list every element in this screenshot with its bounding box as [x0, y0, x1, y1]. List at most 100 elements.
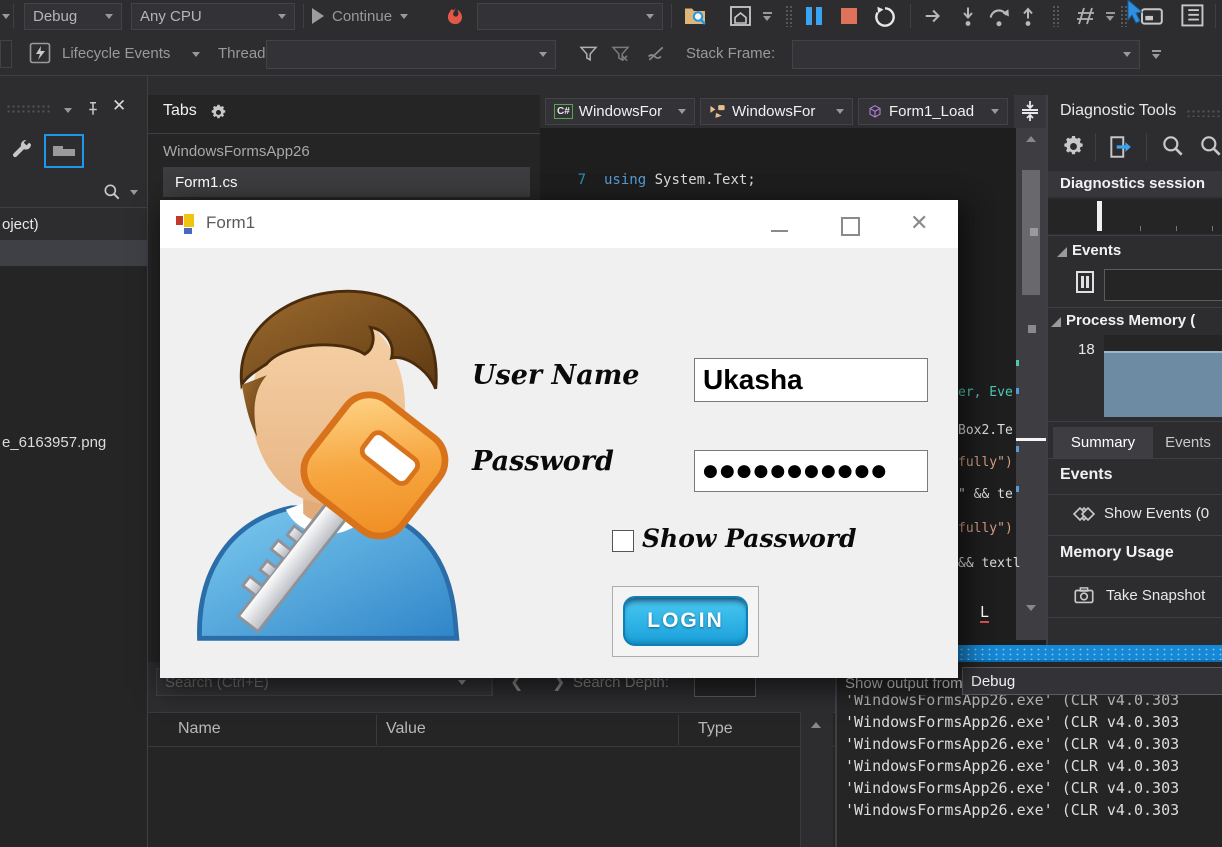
overflow-chevron-icon[interactable]: [763, 12, 772, 21]
maximize-button[interactable]: [835, 210, 865, 238]
show-password-label[interactable]: Show Password: [642, 524, 856, 553]
search-icon[interactable]: [102, 182, 122, 202]
overflow-chevron-icon[interactable]: [1106, 12, 1115, 21]
filter-clear-icon[interactable]: [610, 44, 631, 64]
output-line: 'WindowsFormsApp26.exe' (CLR v4.0.303: [845, 755, 1222, 777]
class-dropdown-value: WindowsFor: [732, 103, 815, 120]
continue-button[interactable]: Continue: [312, 4, 408, 28]
show-events-link[interactable]: Show Events (0: [1048, 495, 1222, 533]
chevron-down-icon[interactable]: [192, 52, 200, 57]
scrollbar-down-icon[interactable]: [1026, 605, 1036, 611]
platform-dropdown[interactable]: Any CPU: [131, 3, 295, 30]
pause-button[interactable]: [806, 7, 826, 25]
toolbar-debug-location: Lifecycle Events Thread: Stack Frame:: [0, 32, 1222, 75]
step-into-icon[interactable]: [956, 4, 980, 29]
chevron-down-icon[interactable]: [2, 14, 10, 19]
stack-frame-label: Stack Frame:: [686, 45, 775, 62]
watch-scrollbar[interactable]: [800, 712, 833, 847]
summary-events-header: Events: [1060, 466, 1112, 484]
partial-project-row[interactable]: oject): [2, 216, 39, 233]
form1-body: User Name Password Show Password LOGIN: [160, 248, 958, 678]
minimize-button[interactable]: [765, 210, 795, 238]
chevron-down-icon: [278, 14, 286, 19]
step-over-icon[interactable]: [986, 4, 1012, 29]
thread-dropdown[interactable]: [266, 40, 556, 69]
toolbar-drag-handle[interactable]: [785, 5, 792, 27]
toolbar-drag-handle[interactable]: [1052, 5, 1059, 27]
toolbar-empty-dropdown[interactable]: [477, 3, 663, 30]
collapse-triangle-icon[interactable]: [1056, 246, 1068, 258]
export-icon[interactable]: [1106, 134, 1134, 160]
column-name[interactable]: Name: [178, 720, 221, 738]
project-dropdown[interactable]: C# WindowsFor: [545, 98, 695, 125]
process-memory-header[interactable]: Process Memory (: [1066, 312, 1195, 329]
mouse-cursor: [1126, 0, 1146, 24]
pin-icon[interactable]: [84, 98, 102, 118]
chevron-down-icon[interactable]: [458, 680, 466, 685]
wrench-icon[interactable]: [10, 138, 34, 162]
close-button[interactable]: ✕: [905, 210, 935, 238]
tab-events[interactable]: Events: [1158, 427, 1218, 458]
form1-window[interactable]: Form1 ✕: [160, 200, 958, 678]
take-snapshot-button[interactable]: Take Snapshot: [1048, 577, 1222, 615]
output-log[interactable]: 'WindowsFormsApp26.exe' (CLR v4.0.303 'W…: [845, 695, 1222, 847]
code-line: 7using System.Text;: [540, 171, 848, 190]
code-fragment: && textl: [958, 556, 1021, 571]
stack-frame-dropdown[interactable]: [792, 40, 1140, 69]
watch-window-icon[interactable]: [1178, 3, 1208, 29]
member-dropdown[interactable]: Form1_Load: [858, 98, 1008, 125]
username-input[interactable]: [694, 358, 928, 402]
tab-form1cs[interactable]: Form1.cs: [163, 167, 530, 197]
tab-summary[interactable]: Summary: [1053, 427, 1153, 458]
class-dropdown[interactable]: WindowsFor: [700, 98, 853, 125]
panel-drag-handle[interactable]: [1186, 109, 1220, 117]
solution-config-dropdown[interactable]: Debug: [24, 3, 122, 30]
show-next-statement-icon[interactable]: [921, 5, 947, 27]
restart-icon[interactable]: [872, 4, 898, 30]
column-type[interactable]: Type: [698, 720, 733, 738]
column-value[interactable]: Value: [386, 720, 426, 738]
annotation-tick: [1016, 360, 1019, 366]
events-section-header[interactable]: Events: [1072, 242, 1121, 259]
close-icon: ✕: [910, 210, 928, 236]
chevron-down-icon[interactable]: [130, 190, 138, 195]
find-in-files-icon[interactable]: [683, 4, 709, 28]
memory-chart[interactable]: [1104, 335, 1222, 415]
collapse-triangle-icon[interactable]: [1050, 316, 1062, 328]
output-line: 'WindowsFormsApp26.exe' (CLR v4.0.303: [845, 733, 1222, 755]
zoom-in-icon[interactable]: [1160, 133, 1186, 159]
selected-tool-button[interactable]: [44, 134, 84, 168]
overflow-chevron-icon[interactable]: [1152, 50, 1161, 59]
gear-icon[interactable]: [1062, 135, 1085, 158]
password-input[interactable]: [694, 450, 928, 492]
script-debug-icon[interactable]: [1072, 4, 1100, 28]
lifecycle-events-label[interactable]: Lifecycle Events: [62, 45, 170, 62]
close-icon[interactable]: ✕: [112, 96, 126, 116]
login-button[interactable]: LOGIN: [623, 596, 748, 646]
gear-icon[interactable]: [210, 104, 227, 121]
home-icon[interactable]: [728, 4, 753, 28]
scrollbar-up-icon[interactable]: [1026, 136, 1036, 142]
chevron-down-icon[interactable]: [64, 108, 72, 113]
session-timeline[interactable]: [1048, 199, 1222, 234]
hot-reload-icon[interactable]: [445, 5, 465, 27]
scrollbar-up-icon[interactable]: [811, 722, 821, 728]
panel-drag-handle[interactable]: [6, 104, 50, 114]
panel-splitter-active[interactable]: [956, 645, 1222, 662]
lifecycle-events-icon[interactable]: [28, 41, 52, 65]
events-tool-icon: [53, 149, 75, 156]
stop-button[interactable]: [841, 8, 857, 24]
filter-icon[interactable]: [578, 44, 599, 64]
maximize-icon: [841, 217, 860, 236]
zoom-out-icon[interactable]: [1198, 133, 1222, 159]
form1-titlebar[interactable]: Form1 ✕: [160, 200, 958, 248]
selected-row[interactable]: [0, 241, 147, 266]
show-password-checkbox[interactable]: [612, 530, 634, 552]
partial-file-name[interactable]: e_6163957.png: [2, 434, 106, 451]
suppress-icon[interactable]: [644, 44, 668, 64]
split-editor-button[interactable]: [1014, 95, 1046, 128]
login-picturebox[interactable]: LOGIN: [612, 586, 759, 657]
chevron-down-icon: [400, 14, 408, 19]
step-out-icon[interactable]: [1016, 4, 1040, 29]
output-source-dropdown[interactable]: Debug: [962, 667, 1222, 695]
